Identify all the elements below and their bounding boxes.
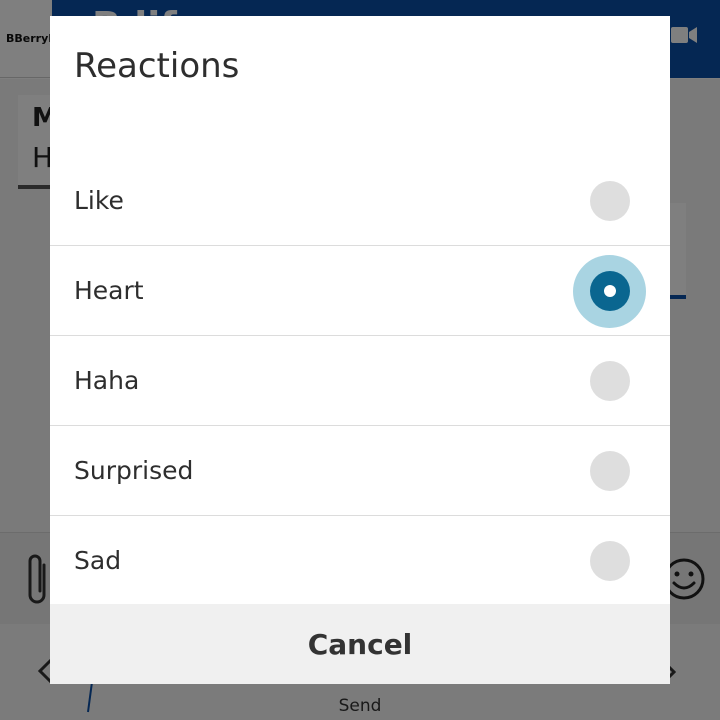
- radio-button[interactable]: [590, 451, 630, 491]
- dialog-title: Reactions: [74, 46, 240, 86]
- reaction-option-surprised[interactable]: Surprised: [50, 426, 670, 516]
- cancel-button[interactable]: Cancel: [50, 604, 670, 684]
- reaction-options: Like Heart Haha Surprised Sad: [50, 156, 670, 606]
- radio-button-selected[interactable]: [590, 271, 630, 311]
- radio-button[interactable]: [590, 361, 630, 401]
- radio-selected-dot: [604, 285, 616, 297]
- reaction-label: Like: [74, 186, 124, 215]
- reaction-label: Heart: [74, 276, 144, 305]
- radio-button[interactable]: [590, 181, 630, 221]
- reaction-option-sad[interactable]: Sad: [50, 516, 670, 606]
- cancel-label: Cancel: [307, 627, 413, 661]
- reaction-label: Surprised: [74, 456, 194, 485]
- reaction-option-haha[interactable]: Haha: [50, 336, 670, 426]
- reaction-option-heart[interactable]: Heart: [50, 246, 670, 336]
- reactions-dialog: Reactions Like Heart Haha Surprised Sad …: [50, 16, 670, 684]
- reaction-label: Haha: [74, 366, 140, 395]
- reaction-label: Sad: [74, 546, 122, 575]
- radio-button[interactable]: [590, 541, 630, 581]
- reaction-option-like[interactable]: Like: [50, 156, 670, 246]
